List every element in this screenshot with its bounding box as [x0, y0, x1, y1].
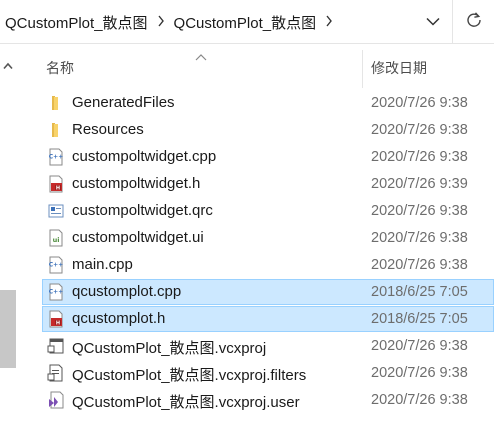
file-name: qcustomplot.h [72, 310, 166, 327]
folder-icon [47, 121, 65, 139]
column-divider[interactable] [362, 50, 363, 88]
sort-ascending-icon [195, 48, 207, 66]
file-name: qcustomplot.cpp [72, 283, 182, 300]
cpp-file-icon: C++ [47, 283, 65, 301]
file-date-modified: 2020/7/26 9:38 [371, 122, 468, 138]
qrc-file-icon [47, 202, 65, 220]
header-file-icon: H [47, 175, 65, 193]
cpp-file-icon: C++ [47, 256, 65, 274]
file-row[interactable]: GeneratedFiles 2020/7/26 9:38 [42, 90, 494, 116]
breadcrumb-item-parent[interactable]: QCustomPlot_散点图 [3, 12, 150, 33]
file-row[interactable]: C++ custompoltwidget.cpp 2020/7/26 9:38 [42, 144, 494, 170]
file-name: main.cpp [72, 256, 133, 273]
file-name: GeneratedFiles [72, 94, 175, 111]
svg-text:C++: C++ [49, 289, 63, 296]
column-header-name[interactable]: 名称 [46, 58, 74, 78]
svg-text:C++: C++ [49, 262, 63, 269]
file-name: custompoltwidget.h [72, 175, 201, 192]
breadcrumb-item-current[interactable]: QCustomPlot_散点图 [172, 12, 319, 33]
file-row[interactable]: custompoltwidget.qrc 2020/7/26 9:38 [42, 198, 494, 224]
address-history-dropdown[interactable] [420, 9, 446, 35]
column-header-date-modified[interactable]: 修改日期 [371, 58, 427, 78]
chevron-right-icon[interactable] [150, 15, 172, 30]
file-name: QCustomPlot_散点图.vcxproj [72, 340, 267, 357]
file-row[interactable]: C++ qcustomplot.cpp 2018/6/25 7:05 [42, 279, 494, 305]
file-row[interactable]: C++ main.cpp 2020/7/26 9:38 [42, 252, 494, 278]
file-date-modified: 2020/7/26 9:38 [371, 230, 468, 246]
scrollbar-thumb[interactable] [0, 290, 16, 368]
address-bar[interactable]: QCustomPlot_散点图 QCustomPlot_散点图 [0, 0, 494, 44]
header-file-icon: H [47, 310, 65, 328]
svg-text:ui: ui [53, 236, 60, 244]
svg-text:C++: C++ [49, 154, 63, 161]
file-row[interactable]: Resources 2020/7/26 9:38 [42, 117, 494, 143]
folder-icon [47, 94, 65, 112]
filters-file-icon [47, 364, 65, 382]
file-name: custompoltwidget.qrc [72, 202, 213, 219]
file-date-modified: 2020/7/26 9:38 [371, 392, 468, 408]
file-name: QCustomPlot_散点图.vcxproj.filters [72, 367, 307, 384]
file-name: custompoltwidget.ui [72, 229, 204, 246]
ui-file-icon: ui [47, 229, 65, 247]
file-row[interactable]: QCustomPlot_散点图.vcxproj.filters 2020/7/26… [42, 360, 494, 386]
file-row[interactable]: ui custompoltwidget.ui 2020/7/26 9:38 [42, 225, 494, 251]
file-date-modified: 2020/7/26 9:38 [371, 95, 468, 111]
refresh-icon [466, 11, 482, 34]
vcxproj-file-icon [47, 337, 65, 355]
file-row[interactable]: Hqcustomplot.h 2018/6/25 7:05 [42, 306, 494, 332]
file-date-modified: 2018/6/25 7:05 [371, 311, 468, 327]
file-row[interactable]: Hcustompoltwidget.h 2020/7/26 9:39 [42, 171, 494, 197]
file-date-modified: 2020/7/26 9:38 [371, 365, 468, 381]
file-date-modified: 2020/7/26 9:38 [371, 203, 468, 219]
chevron-right-icon[interactable] [318, 15, 340, 30]
breadcrumb: QCustomPlot_散点图 QCustomPlot_散点图 [3, 0, 340, 44]
file-date-modified: 2020/7/26 9:38 [371, 257, 468, 273]
file-name: Resources [72, 121, 144, 138]
cpp-file-icon: C++ [47, 148, 65, 166]
refresh-button[interactable] [452, 0, 494, 44]
file-name: custompoltwidget.cpp [72, 148, 217, 165]
file-date-modified: 2020/7/26 9:38 [371, 338, 468, 354]
scroll-up-icon[interactable] [3, 57, 13, 75]
file-row[interactable]: QCustomPlot_散点图.vcxproj 2020/7/26 9:38 [42, 333, 494, 359]
file-date-modified: 2020/7/26 9:39 [371, 176, 468, 192]
svg-text:H: H [56, 321, 60, 327]
vs-user-file-icon [47, 391, 65, 409]
svg-text:H: H [56, 186, 60, 192]
chevron-down-icon [426, 13, 440, 31]
file-date-modified: 2020/7/26 9:38 [371, 149, 468, 165]
file-name: QCustomPlot_散点图.vcxproj.user [72, 394, 300, 411]
file-row[interactable]: QCustomPlot_散点图.vcxproj.user 2020/7/26 9:… [42, 387, 494, 413]
file-date-modified: 2018/6/25 7:05 [371, 284, 468, 300]
